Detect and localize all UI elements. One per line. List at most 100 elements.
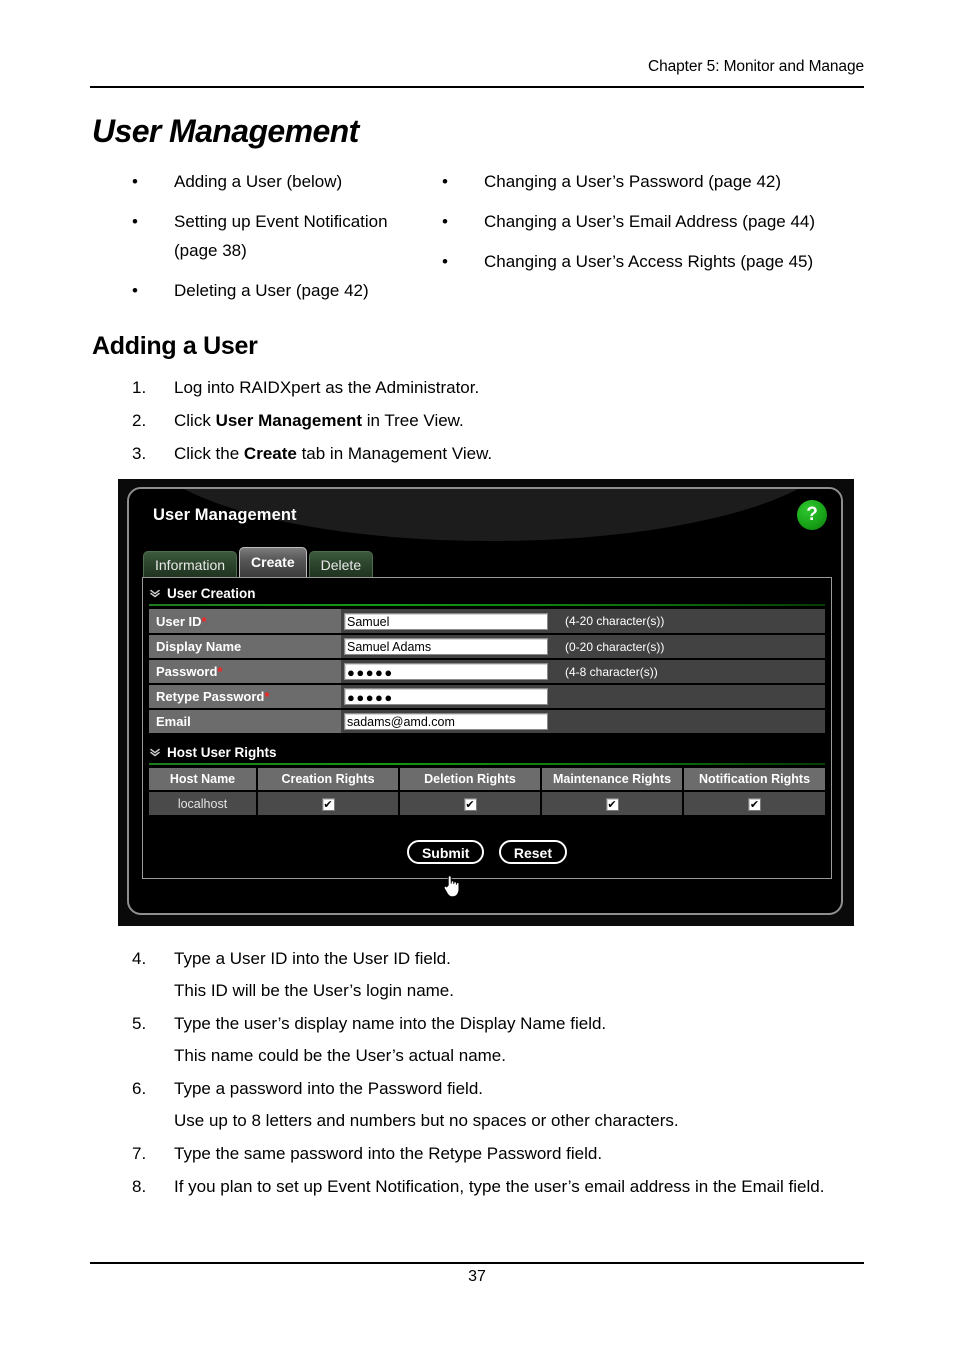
required-marker: * [201,613,207,629]
label-user-id: User ID* [149,609,341,635]
checkbox-deletion-rights[interactable]: ✔ [463,797,477,811]
list-item[interactable]: • Changing a User’s Access Rights (page … [434,247,864,276]
hint-retype-password [556,684,825,710]
section-header-host-user-rights[interactable]: Host User Rights [149,745,831,760]
checkbox-creation-rights[interactable]: ✔ [321,797,335,811]
section-accent-rule [149,763,825,765]
section-accent-rule [149,604,825,606]
display-name-input[interactable]: Samuel Adams [344,638,548,655]
email-input[interactable]: sadams@amd.com [344,713,548,730]
form-row-user-id: User ID* Samuel (4-20 character(s)) [149,609,825,635]
help-icon[interactable]: ? [797,500,827,530]
hint-email [556,709,825,735]
step-text: Type the same password into the Retype P… [174,1144,603,1163]
required-marker: * [264,689,270,704]
table-row: localhost ✔ ✔ ✔ ✔ [149,791,825,815]
list-item[interactable]: • Changing a User’s Email Address (page … [434,207,864,236]
tab-information[interactable]: Information [143,551,238,577]
bullet-marker: • [442,252,448,271]
list-item[interactable]: • Adding a User (below) [124,167,434,196]
hint-display-name: (0-20 character(s)) [556,634,825,660]
section-title-host-user-rights: Host User Rights [167,745,277,760]
raidxpert-panel: User Management ? Information Create Del… [127,487,843,915]
bullet-marker: • [442,172,448,191]
required-marker: * [217,664,223,679]
list-item-label: Setting up Event Notification (page 38) [174,212,388,260]
column-deletion-rights: Deletion Rights [399,768,542,792]
user-creation-form: User ID* Samuel (4-20 character(s)) Disp… [149,609,825,735]
section-heading: Adding a User [92,332,258,360]
step-text: Type a User ID into the User ID field. [174,949,451,968]
bullet-marker: • [132,172,138,191]
list-item-label: Changing a User’s Email Address (page 44… [484,212,816,231]
list-item: 1. Log into RAIDXpert as the Administrat… [124,376,884,399]
column-notification-rights: Notification Rights [683,768,825,792]
cell-host-name: localhost [149,791,258,815]
submit-button[interactable]: Submit [406,840,485,864]
form-row-retype-password: Retype Password* ●●●●● [149,684,825,710]
page-number: 37 [468,1268,486,1285]
page-title: User Management [92,113,359,149]
retype-password-input[interactable]: ●●●●● [344,688,548,705]
column-maintenance-rights: Maintenance Rights [541,768,684,792]
topic-list-column-left: • Adding a User (below) • Setting up Eve… [124,167,434,316]
step-subtext: This name could be the User’s actual nam… [174,1046,506,1065]
step-number: 1. [132,378,147,397]
checkbox-notification-rights[interactable]: ✔ [748,797,761,811]
header-divider [90,86,864,88]
form-row-display-name: Display Name Samuel Adams (0-20 characte… [149,634,825,660]
step-text: Type the user’s display name into the Di… [174,1014,607,1033]
step-text: Type a password into the Password field. [174,1079,483,1098]
list-item[interactable]: • Changing a User’s Password (page 42) [434,167,864,196]
list-item-label: Adding a User (below) [174,172,343,191]
form-row-email: Email sadams@amd.com [149,709,825,735]
panel-content: User Creation User ID* Samuel (4-20 char… [142,577,832,879]
table-header-row: Host Name Creation Rights Deletion Right… [149,768,825,792]
list-item[interactable]: • Setting up Event Notification (page 38… [124,207,434,265]
list-item-label: Deleting a User (page 42) [174,281,369,300]
step-text: If you plan to set up Event Notification… [174,1177,825,1196]
column-host-name: Host Name [149,768,258,792]
checkbox-maintenance-rights[interactable]: ✔ [605,797,619,811]
form-actions: Submit Reset [143,840,831,864]
bullet-marker: • [132,281,138,300]
step-number: 7. [132,1144,147,1163]
list-item[interactable]: • Deleting a User (page 42) [124,276,434,305]
hint-password: (4-8 character(s)) [556,659,825,685]
list-item: 8. If you plan to set up Event Notificat… [124,1175,884,1198]
step-text: Click User Management in Tree View. [174,411,464,430]
section-header-user-creation[interactable]: User Creation [149,586,831,601]
list-item: 7. Type the same password into the Retyp… [124,1142,884,1165]
step-number: 4. [132,949,147,968]
step-number: 5. [132,1014,147,1033]
step-number: 3. [132,444,147,463]
document-page: Chapter 5: Monitor and Manage User Manag… [0,0,954,1352]
panel-title: User Management [153,506,297,524]
topic-list-column-right: • Changing a User’s Password (page 42) •… [434,167,864,287]
step-number: 6. [132,1079,147,1098]
column-creation-rights: Creation Rights [257,768,400,792]
running-header: Chapter 5: Monitor and Manage [648,58,864,75]
hint-user-id: (4-20 character(s)) [556,609,825,635]
reset-button[interactable]: Reset [498,840,568,864]
tab-delete[interactable]: Delete [308,551,374,577]
footer-divider [90,1262,864,1264]
list-item: 6. Type a password into the Password fie… [124,1077,884,1132]
chevron-down-icon [149,747,161,759]
list-item: 2. Click User Management in Tree View. [124,409,884,432]
list-item: 4. Type a User ID into the User ID field… [124,947,884,1002]
password-input[interactable]: ●●●●● [344,663,548,680]
list-item-label: Changing a User’s Access Rights (page 45… [484,252,814,271]
step-text: Click the Create tab in Management View. [174,444,493,463]
list-item-label: Changing a User’s Password (page 42) [484,172,782,191]
tab-create[interactable]: Create [239,547,307,577]
user-id-input[interactable]: Samuel [344,612,548,630]
step-text: Log into RAIDXpert as the Administrator. [174,378,480,397]
step-number: 8. [132,1177,147,1196]
section-title-user-creation: User Creation [167,586,256,601]
chevron-down-icon [149,588,161,600]
label-password: Password* [149,659,341,685]
list-item: 3. Click the Create tab in Management Vi… [124,442,884,465]
label-email: Email [149,709,341,735]
procedure-steps-top: 1. Log into RAIDXpert as the Administrat… [124,376,884,475]
